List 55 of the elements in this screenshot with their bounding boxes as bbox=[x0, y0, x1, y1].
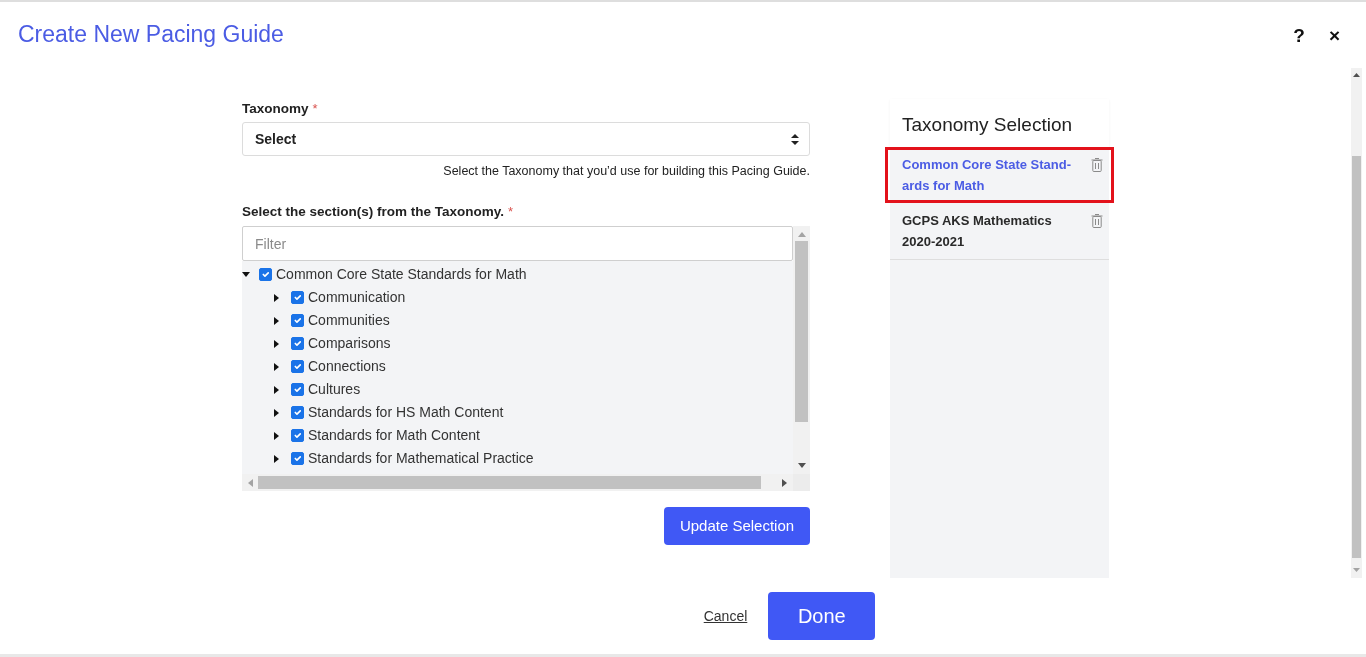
caret-right-icon[interactable] bbox=[274, 408, 279, 417]
scrollbar-thumb[interactable] bbox=[1352, 156, 1361, 558]
caret-right-icon[interactable] bbox=[274, 293, 279, 302]
caret-right-icon[interactable] bbox=[274, 316, 279, 325]
cancel-link[interactable]: Cancel bbox=[703, 605, 748, 627]
tree-item-label: Communication bbox=[308, 288, 406, 308]
updown-caret-icon bbox=[791, 133, 799, 145]
checkbox[interactable] bbox=[291, 291, 304, 305]
caret-right-icon[interactable] bbox=[274, 362, 279, 371]
dialog-title: Create New Pacing Guide bbox=[18, 21, 284, 49]
update-selection-button[interactable]: Update Selection bbox=[664, 507, 810, 546]
field-label: Taxonomy bbox=[242, 100, 309, 118]
tree-item-label: Standards for HS Math Content bbox=[308, 403, 504, 423]
checkbox[interactable] bbox=[291, 429, 304, 443]
trash-icon[interactable] bbox=[1091, 213, 1103, 228]
caret-right-icon[interactable] bbox=[274, 385, 279, 394]
tree-item-label: Comparisons bbox=[308, 334, 391, 354]
tree-item-label: Common Core State Standards for Math bbox=[276, 265, 527, 285]
page-scrollbar[interactable] bbox=[1351, 68, 1362, 578]
help-text: Select the Taxonomy that you’d use for building this Pacing Guide. bbox=[442, 163, 810, 181]
tree-item-label: Standards for Mathematical Practice bbox=[308, 449, 534, 469]
scroll-up-arrow-icon[interactable] bbox=[1353, 73, 1360, 77]
checkbox[interactable] bbox=[291, 452, 304, 466]
scroll-right-arrow-icon[interactable] bbox=[782, 478, 787, 487]
checkbox[interactable] bbox=[291, 314, 304, 328]
done-button[interactable]: Done bbox=[768, 592, 876, 640]
trash-icon[interactable] bbox=[1091, 157, 1103, 172]
panel-title: Taxonomy Selection bbox=[890, 99, 1109, 147]
checkbox[interactable] bbox=[259, 268, 272, 282]
tree-item-label: Cultures bbox=[308, 380, 361, 400]
required-asterisk: * bbox=[508, 203, 514, 221]
tree-item-label: Standards for Math Content bbox=[308, 426, 480, 446]
taxonomy-select[interactable]: Select bbox=[242, 122, 810, 157]
caret-right-icon[interactable] bbox=[274, 454, 279, 463]
checkbox[interactable] bbox=[291, 406, 304, 420]
required-asterisk: * bbox=[312, 100, 318, 118]
field-label: Select the section(s) from the Taxonomy. bbox=[242, 203, 505, 221]
caret-down-icon[interactable] bbox=[242, 272, 250, 278]
tree-item-label: Communities bbox=[308, 311, 390, 331]
horizontal-scrollbar[interactable] bbox=[242, 474, 793, 492]
selection-item[interactable]: Common Core State Stand-ards for Math bbox=[885, 147, 1114, 203]
help-button[interactable]: ? bbox=[1291, 25, 1307, 45]
selection-item[interactable]: GCPS AKS Mathematics 2020-2021 bbox=[890, 203, 1109, 260]
checkbox[interactable] bbox=[291, 383, 304, 397]
caret-right-icon[interactable] bbox=[274, 431, 279, 440]
scrollbar-thumb[interactable] bbox=[258, 476, 761, 490]
vertical-scrollbar[interactable] bbox=[793, 226, 810, 475]
checkbox[interactable] bbox=[291, 337, 304, 351]
scroll-down-arrow-icon[interactable] bbox=[797, 463, 806, 469]
filter-input[interactable]: Filter bbox=[242, 226, 793, 262]
tree-item-label: Connections bbox=[308, 357, 386, 377]
checkbox[interactable] bbox=[291, 360, 304, 374]
close-button[interactable]: × bbox=[1326, 25, 1342, 45]
caret-right-icon[interactable] bbox=[274, 339, 279, 348]
scrollbar-thumb[interactable] bbox=[795, 241, 808, 423]
